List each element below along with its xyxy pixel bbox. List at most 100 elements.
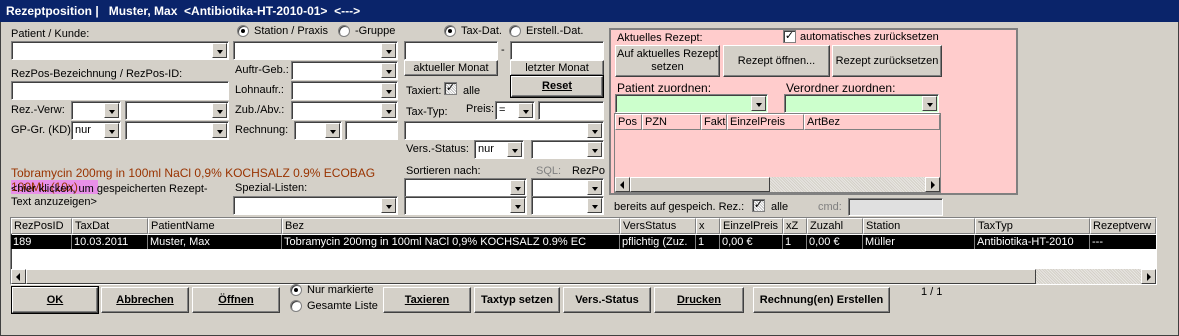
station-select[interactable] <box>233 41 398 60</box>
taxtyp-setzen-button[interactable]: Taxtyp setzen <box>474 287 560 313</box>
chevron-down-icon[interactable] <box>381 198 396 213</box>
col-header[interactable]: Fakto <box>701 114 727 130</box>
drucken-button[interactable]: Drucken <box>654 287 744 313</box>
rezept-setzen-button[interactable]: Auf aktuelles Rezept setzen <box>615 45 720 77</box>
chevron-down-icon[interactable] <box>381 103 396 118</box>
date-to-input[interactable] <box>510 41 604 60</box>
zub-select[interactable] <box>291 101 398 120</box>
auto-reset-checkbox[interactable]: ✓ <box>783 30 796 43</box>
rechnung-erstellen-button[interactable]: Rechnung(en) Erstellen <box>753 287 890 313</box>
reset-button[interactable]: Reset <box>510 75 604 98</box>
sort-2-select[interactable] <box>404 196 527 215</box>
patient-select[interactable] <box>11 41 229 60</box>
verordner-zuordnen-select[interactable] <box>784 94 939 113</box>
chevron-down-icon[interactable] <box>587 142 602 157</box>
rechnung-select[interactable] <box>294 121 342 140</box>
col-header[interactable]: RezPosID <box>11 218 72 234</box>
rezpos-input[interactable] <box>11 81 229 100</box>
chevron-down-icon[interactable] <box>381 63 396 78</box>
gpgr-mode-select[interactable]: nur <box>71 121 121 140</box>
col-header[interactable]: Pos <box>615 114 642 130</box>
letzter-monat-button[interactable]: letzter Monat <box>510 60 604 76</box>
scroll-right-icon[interactable] <box>1141 269 1156 284</box>
gpgr-select[interactable] <box>125 121 229 140</box>
col-header[interactable]: Zuzahl <box>807 218 863 234</box>
chevron-down-icon[interactable] <box>212 123 227 138</box>
patient-zuordnen-select[interactable] <box>615 94 768 113</box>
radio-nur-markierte[interactable] <box>290 284 302 296</box>
chevron-down-icon[interactable] <box>587 123 602 138</box>
rezverw-detail-select[interactable] <box>125 101 229 120</box>
lohn-select[interactable] <box>291 81 398 100</box>
col-header[interactable]: Rezeptverw <box>1090 218 1156 234</box>
chevron-down-icon[interactable] <box>751 96 766 111</box>
ok-button[interactable]: OK <box>11 286 99 314</box>
abbrechen-button[interactable]: Abbrechen <box>101 287 189 313</box>
chevron-down-icon[interactable] <box>510 180 525 195</box>
radio-erstell[interactable] <box>509 25 521 37</box>
chevron-down-icon[interactable] <box>518 103 533 118</box>
horizontal-scrollbar[interactable] <box>615 177 940 192</box>
chevron-down-icon[interactable] <box>104 103 119 118</box>
col-header[interactable]: VersStatus <box>620 218 696 234</box>
bereits-alle-checkbox[interactable]: ✓ <box>752 199 765 212</box>
col-header[interactable]: TaxDat <box>72 218 148 234</box>
preis-operator-select[interactable]: = <box>495 101 535 120</box>
scroll-left-icon[interactable] <box>615 177 630 192</box>
chevron-down-icon[interactable] <box>325 123 340 138</box>
scroll-thumb[interactable] <box>26 269 1036 284</box>
chevron-down-icon[interactable] <box>922 96 937 111</box>
chevron-down-icon[interactable] <box>587 198 602 213</box>
radio-gruppe[interactable] <box>338 25 350 37</box>
spezial-select[interactable] <box>233 196 398 215</box>
col-header[interactable]: EinzelPreis <box>720 218 783 234</box>
rezpos-table[interactable]: RezPosID TaxDat PatientName Bez VersStat… <box>10 217 1157 285</box>
taxiert-alle-checkbox[interactable]: ✓ <box>444 82 457 95</box>
preis-input[interactable] <box>538 101 604 120</box>
table-row[interactable]: 189 10.03.2011 Muster, Max Tobramycin 20… <box>11 235 1156 249</box>
radio-gesamte-liste[interactable] <box>290 300 302 312</box>
scroll-left-icon[interactable] <box>11 269 26 284</box>
col-header[interactable]: x <box>696 218 720 234</box>
scroll-right-icon[interactable] <box>925 177 940 192</box>
col-header[interactable]: TaxTyp <box>975 218 1090 234</box>
col-header[interactable]: ArtBez <box>804 114 940 130</box>
vers-status-button[interactable]: Vers.-Status <box>563 287 651 313</box>
radio-taxdat[interactable] <box>444 25 456 37</box>
col-header[interactable]: EinzelPreis <box>727 114 804 130</box>
radio-station[interactable] <box>237 25 249 37</box>
rezverw-select[interactable] <box>71 101 121 120</box>
rezept-positions-grid[interactable]: Pos PZN Fakto EinzelPreis ArtBez <box>614 113 941 193</box>
horizontal-scrollbar[interactable] <box>11 269 1156 284</box>
aktueller-monat-button[interactable]: aktueller Monat <box>404 60 498 76</box>
versstatus-select[interactable] <box>531 140 604 159</box>
chevron-down-icon[interactable] <box>507 142 522 157</box>
chevron-down-icon[interactable] <box>104 123 119 138</box>
col-header[interactable]: Station <box>863 218 975 234</box>
sort-2-dir-select[interactable] <box>531 196 604 215</box>
rezept-zuruecksetzen-button[interactable]: Rezept zurücksetzen <box>832 45 942 77</box>
col-header[interactable]: Bez <box>282 218 620 234</box>
col-header[interactable]: PZN <box>642 114 701 130</box>
chevron-down-icon[interactable] <box>587 180 602 195</box>
oeffnen-button[interactable]: Öffnen <box>192 287 280 313</box>
chevron-down-icon[interactable] <box>212 103 227 118</box>
rezept-oeffnen-button[interactable]: Rezept öffnen... <box>723 45 830 77</box>
sort-1-dir-select[interactable] <box>531 178 604 197</box>
chevron-down-icon[interactable] <box>381 83 396 98</box>
scroll-thumb[interactable] <box>630 177 770 192</box>
versstatus-mode-select[interactable]: nur <box>474 140 524 159</box>
date-from-input[interactable] <box>404 41 498 60</box>
cmd-input[interactable] <box>848 198 943 216</box>
col-header[interactable]: PatientName <box>148 218 282 234</box>
auftr-select[interactable] <box>291 61 398 80</box>
chevron-down-icon[interactable] <box>510 198 525 213</box>
rezept-text-hint[interactable]: <hier klicken, um gespeicherten Rezept-T… <box>11 183 221 209</box>
col-header[interactable]: xZ <box>783 218 807 234</box>
chevron-down-icon[interactable] <box>381 43 396 58</box>
rechnung-input[interactable] <box>345 121 398 140</box>
taxieren-button[interactable]: Taxieren <box>383 287 471 313</box>
sort-1-select[interactable] <box>404 178 527 197</box>
taxtyp-select[interactable] <box>404 121 604 140</box>
chevron-down-icon[interactable] <box>212 43 227 58</box>
